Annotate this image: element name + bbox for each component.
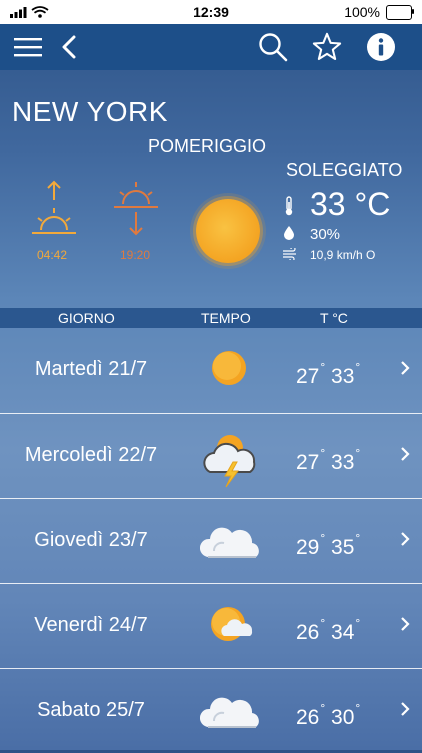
- thunderstorm-icon: [200, 432, 264, 488]
- sunrise-time: 04:42: [37, 248, 68, 262]
- column-day-header: GIORNO: [58, 310, 115, 326]
- forecast-day: Mercoledì 22/7: [24, 444, 158, 466]
- cloud-icon: [199, 517, 264, 565]
- back-button[interactable]: [54, 32, 84, 62]
- favorite-button[interactable]: [312, 32, 342, 62]
- forecast-row[interactable]: Sabato 25/7 26° 30°: [0, 668, 422, 753]
- current-condition: SOLEGGIATO: [286, 160, 403, 180]
- hamburger-menu-icon: [14, 38, 42, 57]
- forecast-day: Venerdì 24/7: [34, 614, 148, 636]
- forecast-day: Sabato 25/7: [37, 699, 145, 721]
- status-bar: 12:39 100%: [0, 0, 422, 24]
- chevron-right-icon: [401, 361, 410, 375]
- current-humidity: 30%: [310, 226, 341, 243]
- forecast-row[interactable]: Giovedì 23/7 29° 35°: [0, 498, 422, 583]
- search-button[interactable]: [258, 32, 288, 62]
- sun-icon: [196, 199, 260, 263]
- chevron-right-icon: [401, 447, 410, 461]
- sunset-icon: [112, 180, 160, 243]
- forecast-temps: 27° 33°: [296, 360, 361, 388]
- menu-button[interactable]: [13, 32, 43, 62]
- search-icon: [259, 33, 288, 62]
- forecast-temps: 27° 33°: [296, 446, 361, 474]
- daypart-label: POMERIGGIO: [148, 136, 267, 156]
- chevron-right-icon: [401, 532, 410, 546]
- current-temperature: 33 °C: [310, 186, 391, 222]
- battery-icon: [386, 4, 414, 20]
- forecast-day: Martedì 21/7: [34, 358, 148, 380]
- sun-icon: [200, 346, 264, 394]
- forecast-temps: 26° 30°: [296, 701, 361, 729]
- battery-percent: 100%: [344, 4, 380, 20]
- chevron-right-icon: [401, 702, 410, 716]
- forecast-temps: 29° 35°: [296, 531, 361, 559]
- chevron-right-icon: [401, 617, 410, 631]
- cloud-icon: [199, 687, 264, 735]
- forecast-temps: 26° 34°: [296, 616, 361, 644]
- sunset-time: 19:20: [120, 248, 151, 262]
- forecast-day: Giovedì 23/7: [34, 529, 148, 551]
- column-temp-header: T °C: [320, 310, 348, 326]
- sun-cloud-icon: [200, 602, 264, 650]
- battery-status: 100%: [344, 4, 414, 20]
- sunrise-icon: [30, 180, 78, 243]
- forecast-row[interactable]: Venerdì 24/7 26° 34°: [0, 583, 422, 668]
- star-icon: [312, 32, 342, 61]
- thermometer-icon: [285, 196, 293, 216]
- forecast-row[interactable]: Martedì 21/7 27° 33°: [0, 328, 422, 412]
- current-wind: 10,9 km/h O: [310, 248, 376, 262]
- chevron-left-icon: [62, 35, 76, 59]
- info-button[interactable]: [366, 32, 396, 62]
- forecast-row[interactable]: Mercoledì 22/7 27° 33°: [0, 413, 422, 498]
- humidity-drop-icon: [284, 226, 294, 240]
- navigation-bar: [0, 24, 422, 70]
- column-weather-header: TEMPO: [201, 310, 251, 326]
- forecast-table-header: GIORNO TEMPO T °C: [0, 308, 422, 328]
- city-name: NEW YORK: [12, 96, 168, 127]
- wind-icon: [283, 248, 296, 260]
- info-icon: [367, 33, 395, 61]
